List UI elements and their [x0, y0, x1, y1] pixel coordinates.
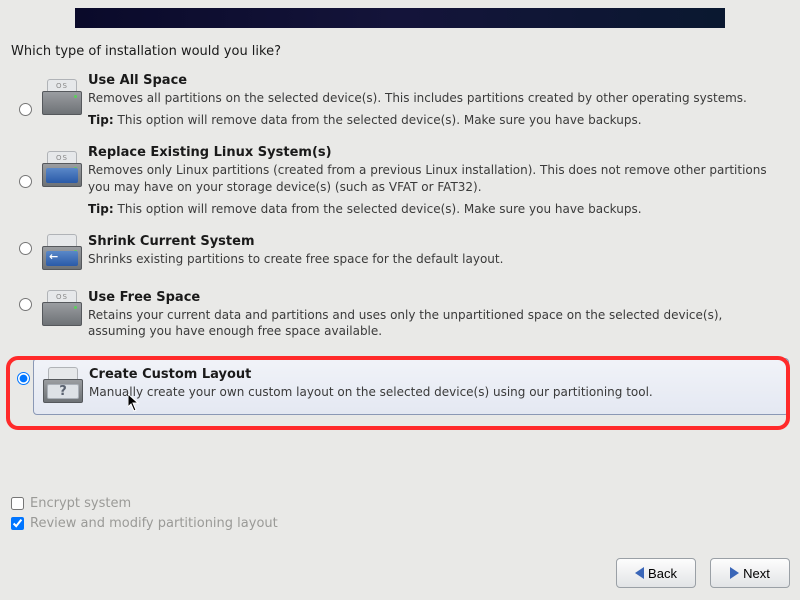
- option-replace-linux[interactable]: OS Replace Existing Linux System(s) Remo…: [11, 140, 789, 229]
- review-label: Review and modify partitioning layout: [30, 516, 278, 531]
- encrypt-system-row[interactable]: Encrypt system: [11, 496, 278, 511]
- option-shrink-current[interactable]: Shrink Current System Shrinks existing p…: [11, 229, 789, 285]
- drive-icon: OS: [36, 73, 88, 115]
- option-desc: Removes all partitions on the selected d…: [88, 90, 780, 106]
- radio-shrink-current[interactable]: [19, 242, 32, 255]
- radio-use-free-space[interactable]: [19, 298, 32, 311]
- option-desc: Retains your current data and partitions…: [88, 307, 780, 339]
- option-title: Replace Existing Linux System(s): [88, 145, 780, 160]
- radio-replace-linux[interactable]: [19, 175, 32, 188]
- option-title: Create Custom Layout: [89, 367, 779, 382]
- drive-icon: OS: [36, 290, 88, 326]
- banner: [75, 8, 725, 28]
- review-checkbox[interactable]: [11, 517, 24, 530]
- option-use-free-space[interactable]: OS Use Free Space Retains your current d…: [11, 285, 789, 357]
- review-layout-row[interactable]: Review and modify partitioning layout: [11, 516, 278, 531]
- encrypt-label: Encrypt system: [30, 496, 131, 511]
- button-bar: Back Next: [616, 558, 790, 588]
- option-desc: Removes only Linux partitions (created f…: [88, 162, 780, 194]
- back-button-label: Back: [648, 566, 677, 581]
- option-custom-layout[interactable]: ? Create Custom Layout Manually create y…: [33, 358, 789, 415]
- page-heading: Which type of installation would you lik…: [11, 44, 281, 59]
- question-icon: ?: [37, 367, 89, 403]
- option-use-all-space[interactable]: OS Use All Space Removes all partitions …: [11, 68, 789, 140]
- option-tip: Tip: This option will remove data from t…: [88, 201, 780, 217]
- option-title: Shrink Current System: [88, 234, 780, 249]
- install-type-options: OS Use All Space Removes all partitions …: [11, 68, 789, 415]
- option-title: Use Free Space: [88, 290, 780, 305]
- radio-custom-layout[interactable]: [17, 372, 30, 385]
- radio-use-all-space[interactable]: [19, 103, 32, 116]
- drive-icon: [36, 234, 88, 270]
- encrypt-checkbox[interactable]: [11, 497, 24, 510]
- drive-icon: OS: [36, 145, 88, 187]
- option-desc: Shrinks existing partitions to create fr…: [88, 251, 780, 267]
- option-tip: Tip: This option will remove data from t…: [88, 112, 780, 128]
- arrow-right-icon: [730, 567, 739, 579]
- lower-checkboxes: Encrypt system Review and modify partiti…: [11, 496, 278, 536]
- arrow-left-icon: [635, 567, 644, 579]
- next-button-label: Next: [743, 566, 770, 581]
- option-desc: Manually create your own custom layout o…: [89, 384, 779, 400]
- back-button[interactable]: Back: [616, 558, 696, 588]
- option-title: Use All Space: [88, 73, 780, 88]
- next-button[interactable]: Next: [710, 558, 790, 588]
